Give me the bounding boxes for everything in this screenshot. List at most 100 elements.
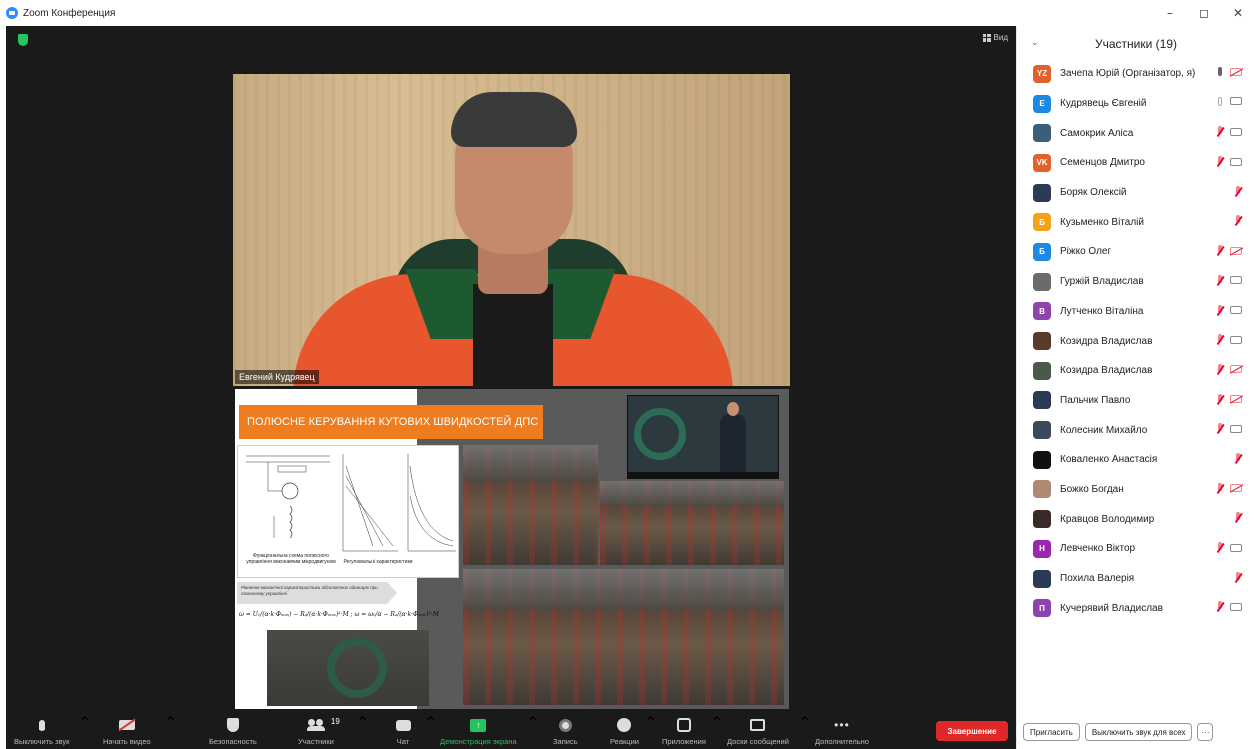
avatar xyxy=(1033,510,1051,529)
participant-name: Гуржій Владислав xyxy=(1060,276,1144,288)
video-camera-icon xyxy=(1230,97,1242,106)
video-off-icon xyxy=(1230,365,1242,374)
mic-muted-icon xyxy=(1216,245,1224,256)
shield-icon xyxy=(226,718,239,732)
avatar xyxy=(1033,421,1051,440)
participant-status xyxy=(1216,304,1242,316)
participant-name: Кравцов Володимир xyxy=(1060,513,1155,525)
collapse-chevron-icon[interactable]: ⌄ xyxy=(1031,37,1039,48)
participant-status xyxy=(1234,452,1242,464)
participants-options-chevron-icon[interactable]: ⌃ xyxy=(356,713,369,749)
reactions-button[interactable]: Реакции xyxy=(610,713,639,749)
video-camera-icon xyxy=(1230,602,1242,611)
mic-muted-icon xyxy=(1234,185,1242,197)
start-video-button[interactable]: Начать видео xyxy=(103,713,151,749)
participant-name: Козидра Владислав xyxy=(1060,365,1153,377)
participant-row[interactable]: Кравцов Володимир xyxy=(1017,504,1255,534)
participant-status xyxy=(1216,274,1242,286)
participant-row[interactable]: П Кучерявий Владислав xyxy=(1017,593,1255,623)
apps-button[interactable]: Приложения xyxy=(662,713,706,749)
whiteboards-options-chevron-icon[interactable]: ⌃ xyxy=(798,713,811,749)
participants-count-badge: 19 xyxy=(330,717,340,726)
participant-row[interactable]: Б Кузьменко Віталій xyxy=(1017,207,1255,237)
encryption-shield-icon[interactable] xyxy=(18,34,28,46)
camera-video[interactable]: Евгений Кудрявец xyxy=(233,74,790,386)
view-button[interactable]: Вид xyxy=(982,33,1008,42)
maximize-button[interactable]: ◻ xyxy=(1187,0,1221,26)
video-camera-icon xyxy=(1230,424,1242,433)
participant-row[interactable]: Гуржій Владислав xyxy=(1017,267,1255,297)
whiteboard-icon xyxy=(750,719,766,731)
participant-name: Кузьменко Віталій xyxy=(1060,216,1144,228)
meeting-area: Вид Евгений Кудрявец ПОЛЮСНЕ КЕРУВАННЯ К… xyxy=(6,26,1016,749)
avatar: Б xyxy=(1033,213,1051,232)
chat-button[interactable]: Чат xyxy=(394,713,412,749)
participant-status xyxy=(1218,67,1242,76)
embedded-video[interactable] xyxy=(627,395,779,479)
participant-name: Левченко Віктор xyxy=(1060,543,1136,555)
chat-icon xyxy=(395,719,411,731)
invite-button[interactable]: Пригласить xyxy=(1023,723,1080,741)
close-button[interactable]: ✕ xyxy=(1221,0,1255,26)
participant-row[interactable]: Колесник Михайло xyxy=(1017,415,1255,445)
participant-name: Ріжко Олег xyxy=(1060,246,1112,258)
video-camera-icon xyxy=(1230,276,1242,285)
participant-row[interactable]: Похила Валерія xyxy=(1017,564,1255,594)
end-meeting-button[interactable]: Завершение xyxy=(936,721,1008,741)
apps-options-chevron-icon[interactable]: ⌃ xyxy=(710,713,723,749)
participant-row[interactable]: Козидра Владислав xyxy=(1017,356,1255,386)
chat-options-chevron-icon[interactable]: ⌃ xyxy=(424,713,437,749)
video-camera-icon xyxy=(1230,127,1242,136)
participant-row[interactable]: В Лутченко Віталіна xyxy=(1017,297,1255,327)
mic-muted-icon xyxy=(1216,274,1224,286)
mic-muted-icon xyxy=(1234,512,1242,523)
more-button[interactable]: ••• Дополнительно xyxy=(815,713,869,749)
video-camera-icon xyxy=(1230,306,1242,314)
participant-row[interactable]: Б Ріжко Олег xyxy=(1017,237,1255,267)
mic-muted-icon xyxy=(1216,304,1224,316)
mic-muted-icon xyxy=(1234,571,1242,583)
title-bar: Zoom Конференция – ◻ ✕ xyxy=(0,0,1255,26)
window-controls: – ◻ ✕ xyxy=(1153,0,1255,26)
participant-name: Зачепа Юрій (Організатор, я) xyxy=(1060,68,1196,80)
video-options-chevron-icon[interactable]: ⌃ xyxy=(164,713,177,749)
participant-row[interactable]: Е Кудрявець Євгеній xyxy=(1017,89,1255,119)
participant-row[interactable]: VK Семенцов Дмитро xyxy=(1017,148,1255,178)
avatar xyxy=(1033,272,1051,291)
participant-row[interactable]: Козидра Владислав xyxy=(1017,326,1255,356)
record-button[interactable]: Запись xyxy=(553,713,578,749)
participant-row[interactable]: Н Левченко Віктор xyxy=(1017,534,1255,564)
mic-muted-icon xyxy=(1216,482,1224,494)
participant-status xyxy=(1216,393,1242,405)
participants-button[interactable]: 19 Участники xyxy=(298,713,340,749)
mute-all-button[interactable]: Выключить звук для всех xyxy=(1084,723,1193,741)
participant-row[interactable]: Пальчик Павло xyxy=(1017,386,1255,416)
mic-muted-icon xyxy=(1216,601,1224,612)
grid-icon xyxy=(982,33,991,42)
participant-name: Божко Богдан xyxy=(1060,483,1124,495)
participant-name: Кучерявий Владислав xyxy=(1060,602,1163,614)
participant-row[interactable]: Боряк Олексій xyxy=(1017,178,1255,208)
reactions-options-chevron-icon[interactable]: ⌃ xyxy=(644,713,657,749)
security-button[interactable]: Безопасность xyxy=(209,713,257,749)
participant-row[interactable]: Коваленко Анастасія xyxy=(1017,445,1255,475)
avatar: YZ xyxy=(1033,64,1051,83)
minimize-button[interactable]: – xyxy=(1153,0,1187,26)
mute-button[interactable]: Выключить звук xyxy=(14,713,69,749)
avatar xyxy=(1033,391,1051,410)
participant-name: Коваленко Анастасія xyxy=(1060,454,1158,466)
share-screen-button[interactable]: ↑ Демонстрация экрана xyxy=(440,713,517,749)
participant-row[interactable]: YZ Зачепа Юрій (Організатор, я) xyxy=(1017,59,1255,89)
participant-status xyxy=(1216,423,1242,434)
participant-row[interactable]: Самокрик Аліса xyxy=(1017,118,1255,148)
microphone-icon xyxy=(38,719,45,731)
avatar xyxy=(1033,480,1051,499)
participant-row[interactable]: Божко Богдан xyxy=(1017,475,1255,505)
panel-more-button[interactable]: ··· xyxy=(1197,723,1214,741)
whiteboards-button[interactable]: Доски сообщений xyxy=(727,713,789,749)
mute-options-chevron-icon[interactable]: ⌃ xyxy=(78,713,91,749)
slide-title: ПОЛЮСНЕ КЕРУВАННЯ КУТОВИХ ШВИДКОСТЕЙ ДПС xyxy=(239,405,543,439)
mic-muted-icon xyxy=(1216,126,1224,137)
share-options-chevron-icon[interactable]: ⌃ xyxy=(526,713,539,749)
participants-icon xyxy=(306,719,325,731)
